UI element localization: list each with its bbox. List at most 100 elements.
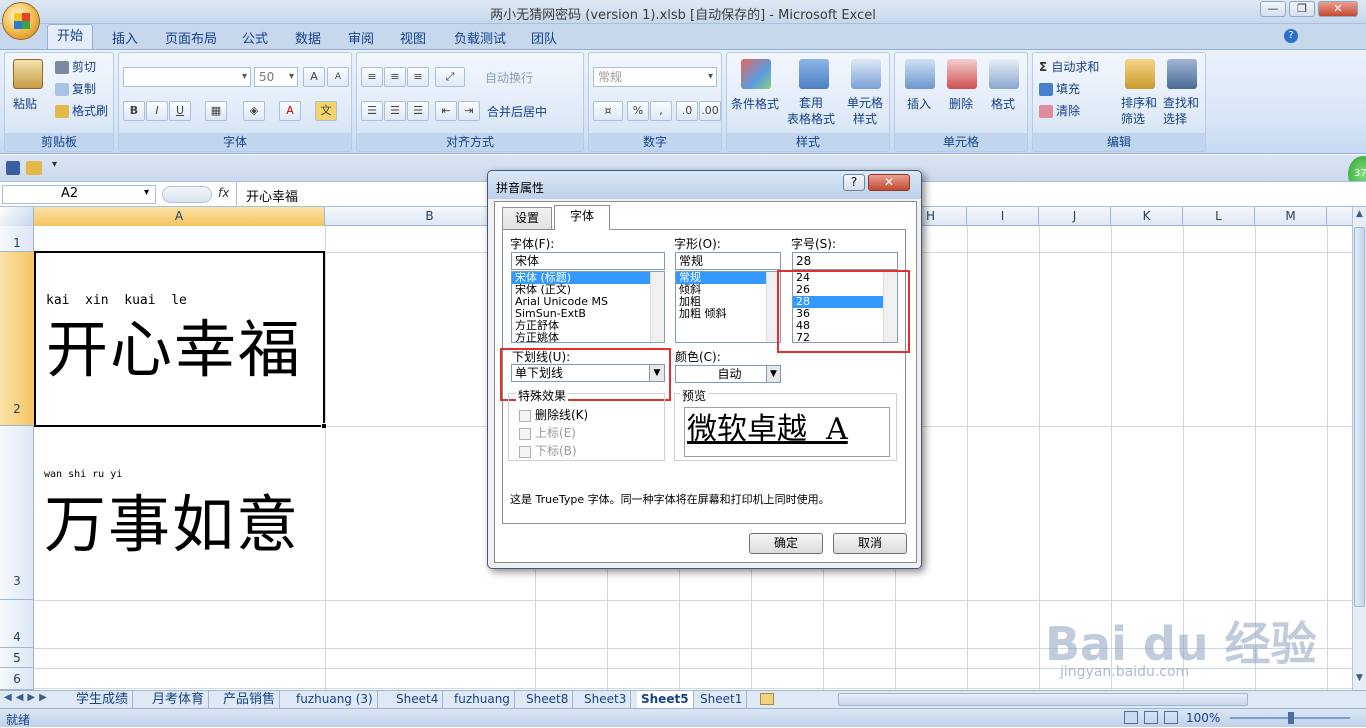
fill-handle[interactable] <box>321 423 327 429</box>
borders-button[interactable]: ▦ <box>205 101 227 121</box>
tab-review[interactable]: 审阅 <box>348 28 374 47</box>
zoom-slider-thumb[interactable] <box>1288 712 1294 724</box>
insert-function-icon[interactable]: fx <box>218 186 229 200</box>
sheet-tab[interactable]: 学生成绩 <box>72 691 134 708</box>
column-header-i[interactable]: I <box>967 207 1039 226</box>
font-color-button[interactable]: A <box>279 101 301 121</box>
sheet-tab[interactable]: Sheet3 <box>580 691 632 708</box>
row-header-6[interactable]: 6 <box>0 668 34 690</box>
strikethrough-checkbox[interactable]: 删除线(K) <box>519 406 588 423</box>
sheet-nav-icons[interactable]: ◀◀▶▶ <box>4 692 51 703</box>
horizontal-scroll-thumb[interactable] <box>838 693 1248 706</box>
decrease-indent-button[interactable]: ⇤ <box>435 101 457 121</box>
grow-font-button[interactable]: A <box>303 67 325 87</box>
tab-insert[interactable]: 插入 <box>112 28 138 47</box>
wrap-text-button[interactable]: 自动换行 <box>485 69 533 86</box>
find-select-button[interactable]: 查找和 选择 <box>1163 95 1199 127</box>
restore-button[interactable]: ❐ <box>1289 1 1315 17</box>
bold-button[interactable]: B <box>123 101 145 121</box>
number-format-combo[interactable]: 常规 <box>593 67 717 87</box>
tab-page-layout[interactable]: 页面布局 <box>165 28 217 47</box>
zoom-level[interactable]: 100% <box>1186 711 1220 725</box>
orientation-button[interactable]: ⤢ <box>435 67 465 87</box>
clear-button[interactable]: 清除 <box>1039 102 1080 119</box>
scroll-thumb[interactable] <box>1354 227 1365 607</box>
sheet-tab[interactable]: fuzhuang <box>450 691 515 708</box>
tab-load-test[interactable]: 负载测试 <box>454 28 506 47</box>
column-header-k[interactable]: K <box>1111 207 1183 226</box>
name-box[interactable]: A2 <box>2 185 156 204</box>
superscript-checkbox[interactable]: 上标(E) <box>519 424 576 441</box>
page-break-view-icon[interactable] <box>1164 711 1178 724</box>
tab-data[interactable]: 数据 <box>295 28 321 47</box>
align-right-button[interactable]: ☰ <box>407 101 429 121</box>
style-input[interactable]: 常规 <box>675 252 781 270</box>
autosum-button[interactable]: Σ 自动求和 <box>1039 58 1099 75</box>
delete-cells-button[interactable]: 删除 <box>949 95 973 112</box>
minimize-button[interactable]: — <box>1260 1 1286 17</box>
font-name-combo[interactable] <box>123 67 251 87</box>
ok-button[interactable]: 确定 <box>749 533 823 554</box>
format-as-table-button[interactable]: 套用 表格格式 <box>787 95 835 127</box>
office-button[interactable] <box>2 2 40 40</box>
sheet-tab-active[interactable]: Sheet5 <box>637 691 694 708</box>
sheet-tab[interactable]: 月考体育 <box>148 691 210 708</box>
copy-button[interactable]: 复制 <box>55 80 96 97</box>
style-list-item[interactable]: 加粗 倾斜 <box>676 308 780 320</box>
customize-qat-icon[interactable]: ▾ <box>52 159 57 170</box>
cell-a2-selected[interactable]: kai xin kuai le 开心幸福 <box>34 251 327 429</box>
style-list[interactable]: 常规 倾斜 加粗 加粗 倾斜 <box>675 271 781 343</box>
cell-styles-button[interactable]: 单元格 样式 <box>847 95 883 127</box>
sheet-tab[interactable]: Sheet1 <box>696 691 748 708</box>
tab-home[interactable]: 开始 <box>47 24 93 50</box>
align-left-button[interactable]: ☰ <box>361 101 383 121</box>
vertical-scrollbar[interactable]: ▲ ▼ <box>1352 207 1366 690</box>
row-header-4[interactable]: 4 <box>0 600 34 648</box>
help-icon[interactable]: ? <box>1284 29 1298 43</box>
increase-decimal-button[interactable]: .0 <box>676 101 698 121</box>
increase-indent-button[interactable]: ⇥ <box>458 101 480 121</box>
tab-font[interactable]: 字体 <box>554 205 610 230</box>
dialog-close-button[interactable]: ✕ <box>868 174 910 191</box>
cell-a3-text[interactable]: 万事如意 <box>44 490 300 560</box>
align-middle-button[interactable]: ≡ <box>384 67 406 87</box>
normal-view-icon[interactable] <box>1124 711 1138 724</box>
font-list-scrollbar[interactable] <box>650 272 664 342</box>
cut-button[interactable]: 剪切 <box>55 58 96 75</box>
percent-button[interactable]: % <box>627 101 649 121</box>
cancel-button[interactable]: 取消 <box>833 533 907 554</box>
format-cells-button[interactable]: 格式 <box>991 95 1015 112</box>
underline-button[interactable]: U <box>169 101 191 121</box>
scroll-down-icon[interactable]: ▼ <box>1354 673 1365 687</box>
select-all-corner[interactable] <box>0 207 34 226</box>
tab-settings[interactable]: 设置 <box>502 207 552 229</box>
decrease-decimal-button[interactable]: .00 <box>699 101 721 121</box>
save-icon[interactable] <box>6 161 20 175</box>
insert-sheet-icon[interactable] <box>760 693 774 705</box>
color-dropdown-icon[interactable]: ▼ <box>766 366 780 382</box>
tab-formulas[interactable]: 公式 <box>242 28 268 47</box>
column-header-l[interactable]: L <box>1183 207 1255 226</box>
font-input[interactable]: 宋体 <box>511 252 665 270</box>
sheet-tab[interactable]: fuzhuang (3) <box>292 691 378 708</box>
align-top-button[interactable]: ≡ <box>361 67 383 87</box>
tab-team[interactable]: 团队 <box>531 28 557 47</box>
close-button[interactable]: ✕ <box>1318 1 1358 17</box>
sheet-tab[interactable]: Sheet8 <box>522 691 574 708</box>
font-list[interactable]: 宋体 (标题) 宋体 (正文) Arial Unicode MS SimSun-… <box>511 271 665 343</box>
comma-button[interactable]: , <box>650 101 672 121</box>
paste-button[interactable]: 粘贴 <box>13 95 37 112</box>
align-center-button[interactable]: ☰ <box>384 101 406 121</box>
sort-filter-button[interactable]: 排序和 筛选 <box>1121 95 1157 127</box>
merge-center-button[interactable]: 合并后居中 <box>487 103 547 120</box>
format-painter-button[interactable]: 格式刷 <box>55 102 108 119</box>
conditional-format-button[interactable]: 条件格式 <box>731 95 779 112</box>
scroll-up-icon[interactable]: ▲ <box>1354 209 1365 223</box>
row-header-3[interactable]: 3 <box>0 426 34 600</box>
align-bottom-button[interactable]: ≡ <box>407 67 429 87</box>
font-list-item[interactable]: 方正姚体 <box>512 332 664 343</box>
column-header-j[interactable]: J <box>1039 207 1111 226</box>
column-header-m[interactable]: M <box>1255 207 1327 226</box>
sheet-tab[interactable]: Sheet4 <box>392 691 444 708</box>
row-header-5[interactable]: 5 <box>0 648 34 668</box>
